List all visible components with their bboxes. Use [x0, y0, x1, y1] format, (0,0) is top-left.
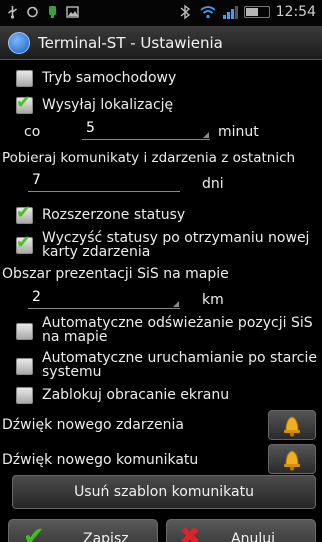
new-event-sound-label: Dźwięk nowego zdarzenia: [2, 417, 184, 433]
setting-extended-statuses[interactable]: ✔ Rozszerzone statusy: [0, 203, 322, 227]
cancel-label: Anuluj: [231, 531, 275, 542]
area-label: Obszar prezentacji SiS na mapie: [2, 266, 229, 282]
remove-template-button[interactable]: Usuń szablon komunikatu: [12, 475, 316, 509]
wifi-icon: [200, 6, 216, 19]
interval-input[interactable]: 5: [82, 120, 210, 140]
status-bar: 12:54: [0, 0, 322, 26]
new-message-sound-label: Dźwięk nowego komunikatu: [2, 452, 199, 468]
cancel-button[interactable]: ✖ Anuluj: [166, 519, 316, 542]
setting-auto-refresh[interactable]: Automatyczne odświeżanie pozycji SiS na …: [0, 314, 322, 346]
auto-refresh-label: Automatyczne odświeżanie pozycji SiS na …: [42, 315, 313, 345]
fetch-days-input[interactable]: 7: [28, 172, 180, 192]
auto-start-checkbox[interactable]: [16, 358, 33, 375]
fetch-days-value: 7: [32, 172, 41, 188]
battery-icon: [243, 6, 270, 18]
save-button[interactable]: ✔ Zapisz: [8, 519, 158, 542]
checkmark-icon: ✔: [23, 522, 45, 542]
bluetooth-icon: [180, 5, 190, 19]
area-km-value: 2: [32, 289, 41, 305]
clear-statuses-label: Wyczyść statusy po otrzymaniu nowej kart…: [42, 230, 310, 260]
checkmark-icon: ✔: [16, 92, 32, 113]
new-event-sound-button[interactable]: [268, 410, 316, 440]
area-km-unit: km: [202, 292, 224, 308]
image-icon: [66, 6, 79, 18]
sync-icon: [27, 6, 38, 18]
bell-icon: [284, 416, 300, 437]
car-mode-label: Tryb samochodowy: [42, 70, 177, 86]
interval-value: 5: [86, 120, 95, 136]
checkmark-icon: ✔: [16, 202, 32, 223]
page-title: Terminal-ST - Ustawienia: [38, 34, 223, 52]
setting-lock-rotation[interactable]: Zablokuj obracanie ekranu: [0, 384, 322, 408]
extended-statuses-checkbox[interactable]: ✔: [16, 202, 33, 224]
fetch-days-unit: dni: [202, 176, 224, 192]
usb-icon: [8, 6, 17, 19]
lock-rotation-checkbox[interactable]: [16, 387, 33, 404]
save-label: Zapisz: [83, 531, 129, 542]
setting-send-location[interactable]: ✔ Wysyłaj lokalizację: [0, 93, 322, 117]
app-icon: [8, 32, 30, 54]
send-location-checkbox[interactable]: ✔: [16, 92, 33, 114]
area-km-input[interactable]: 2: [28, 289, 180, 309]
battery-fill: [245, 8, 258, 16]
title-bar: Terminal-ST - Ustawienia: [0, 26, 322, 60]
send-location-label: Wysyłaj lokalizację: [42, 97, 174, 113]
new-message-sound-button[interactable]: [268, 444, 316, 474]
interval-prefix: co: [24, 124, 41, 140]
bottom-bar: ✔ Zapisz ✖ Anuluj: [0, 515, 322, 542]
lock-rotation-label: Zablokuj obracanie ekranu: [42, 387, 230, 403]
interval-unit: minut: [218, 124, 259, 140]
clock: 12:54: [275, 4, 316, 20]
clear-statuses-checkbox[interactable]: ✔: [16, 232, 33, 254]
car-mode-checkbox[interactable]: [16, 70, 33, 87]
checkmark-icon: ✔: [16, 232, 32, 253]
extended-statuses-label: Rozszerzone statusy: [42, 207, 186, 223]
setting-auto-start[interactable]: Automatyczne uruchamianie po starcie sys…: [0, 350, 322, 382]
auto-start-label: Automatyczne uruchamianie po starcie sys…: [42, 350, 317, 380]
setting-clear-statuses[interactable]: ✔ Wyczyść statusy po otrzymaniu nowej ka…: [0, 229, 322, 261]
fetch-label: Pobieraj komunikaty i zdarzenia z ostatn…: [2, 150, 296, 166]
download-icon: [49, 6, 56, 18]
signal-icon: [222, 6, 238, 19]
notification-icons: [6, 5, 79, 19]
setting-car-mode[interactable]: Tryb samochodowy: [0, 66, 322, 90]
auto-refresh-checkbox[interactable]: [16, 323, 33, 340]
bell-icon: [284, 450, 300, 471]
cross-icon: ✖: [179, 522, 201, 542]
